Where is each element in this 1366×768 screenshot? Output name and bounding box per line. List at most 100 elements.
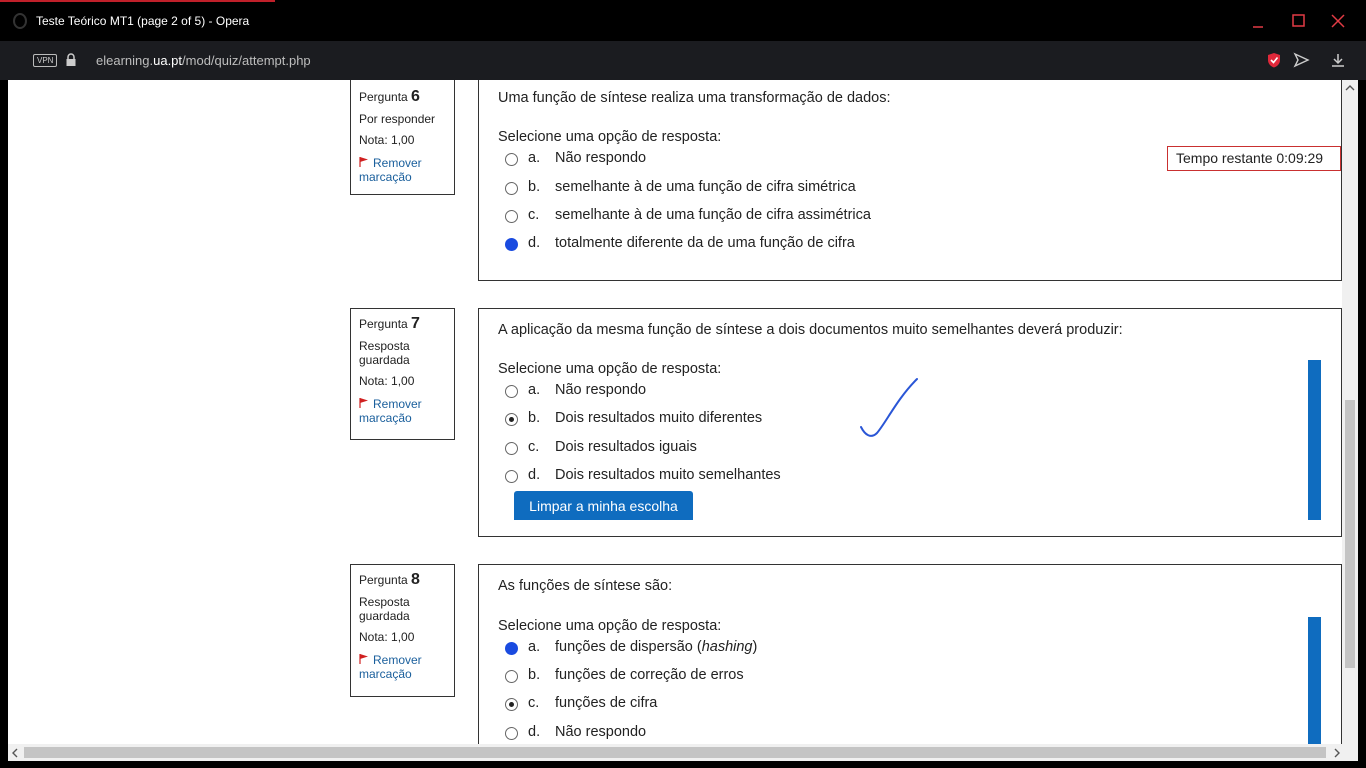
option-letter: c.: [528, 695, 540, 711]
option-text: Não respondo: [555, 724, 647, 740]
question-state: Por responder: [359, 112, 436, 126]
option-text-em: hashing: [701, 639, 753, 655]
maximize-icon[interactable]: [1285, 8, 1311, 34]
radio-button-selected[interactable]: [505, 238, 518, 251]
scrollbar-thumb[interactable]: [24, 747, 1326, 758]
minimize-icon[interactable]: [1245, 8, 1271, 34]
question-info-7: Pergunta 7 Resposta guardada Nota: 1,00 …: [350, 308, 455, 440]
question-state: Resposta guardada: [359, 595, 410, 623]
question-number: 6: [411, 88, 420, 105]
option-text-post: ): [752, 639, 758, 655]
window-border-right: [1358, 80, 1366, 768]
horizontal-scrollbar[interactable]: [8, 744, 1358, 761]
option-text: Não respondo: [555, 150, 647, 166]
option-text-pre: funções de dispersão (: [555, 639, 702, 655]
question-grade: Nota: 1,00: [359, 630, 415, 644]
option-letter: d.: [528, 235, 541, 251]
option-text: funções de dispersão (hashing): [555, 639, 757, 655]
radio-button[interactable]: [505, 153, 518, 166]
url-domain: ua.pt: [153, 53, 183, 68]
answer-prompt: Selecione uma opção de resposta:: [498, 618, 722, 634]
answer-prompt: Selecione uma opção de resposta:: [498, 361, 722, 377]
radio-button[interactable]: [505, 210, 518, 223]
radio-button-selected[interactable]: [505, 642, 518, 655]
send-icon[interactable]: [1292, 51, 1310, 69]
question-text: Uma função de síntese realiza uma transf…: [498, 90, 891, 106]
side-accent-bar: [1308, 360, 1321, 520]
url-path: /mod/quiz/attempt.php: [182, 53, 311, 68]
option-text: Dois resultados muito semelhantes: [555, 467, 781, 483]
radio-button[interactable]: [505, 670, 518, 683]
option-letter: a.: [528, 639, 541, 655]
flag-icon: [359, 654, 369, 664]
opera-logo-icon: [13, 13, 27, 29]
download-icon[interactable]: [1329, 51, 1347, 69]
time-remaining: Tempo restante 0:09:29: [1167, 146, 1341, 171]
option-letter: a.: [528, 382, 541, 398]
remove-flag-link[interactable]: Remover marcação: [359, 653, 446, 681]
vertical-scrollbar[interactable]: [1342, 80, 1358, 744]
option-letter: b.: [528, 667, 541, 683]
side-accent-bar: [1308, 617, 1321, 744]
radio-button[interactable]: [505, 182, 518, 195]
window-titlebar: Teste Teórico MT1 (page 2 of 5) - Opera: [0, 0, 1366, 41]
option-text: semelhante à de uma função de cifra simé…: [555, 179, 856, 195]
active-tab-indicator: [0, 0, 275, 2]
option-letter: d.: [528, 724, 541, 740]
question-box-8: As funções de síntese são: Selecione uma…: [478, 564, 1342, 744]
option-text: Não respondo: [555, 382, 647, 398]
window-border-left: [0, 80, 8, 768]
question-label: Pergunta: [359, 317, 408, 331]
option-letter: b.: [528, 179, 541, 195]
option-letter: c.: [528, 207, 540, 223]
answer-prompt: Selecione uma opção de resposta:: [498, 129, 722, 145]
radio-button[interactable]: [505, 442, 518, 455]
option-text: Dois resultados muito diferentes: [555, 410, 763, 426]
checkmark-annotation-icon: [860, 378, 918, 437]
question-label: Pergunta: [359, 573, 408, 587]
shield-icon[interactable]: [1265, 51, 1283, 69]
close-icon[interactable]: [1325, 8, 1351, 34]
question-box-7: A aplicação da mesma função de síntese a…: [478, 308, 1342, 537]
question-box-6: Uma função de síntese realiza uma transf…: [478, 80, 1342, 281]
radio-button[interactable]: [505, 727, 518, 740]
scroll-left-icon[interactable]: [11, 748, 19, 758]
radio-button[interactable]: [505, 470, 518, 483]
remove-flag-link[interactable]: Remover marcação: [359, 397, 446, 425]
question-label: Pergunta: [359, 90, 408, 104]
option-letter: b.: [528, 410, 541, 426]
question-info-8: Pergunta 8 Resposta guardada Nota: 1,00 …: [350, 564, 455, 697]
question-number: 7: [411, 315, 420, 332]
option-text: semelhante à de uma função de cifra assi…: [555, 207, 871, 223]
option-text: totalmente diferente da de uma função de…: [555, 235, 855, 251]
question-text: A aplicação da mesma função de síntese a…: [498, 322, 1123, 338]
vpn-badge[interactable]: VPN: [33, 54, 58, 67]
flag-icon: [359, 157, 369, 167]
scroll-up-icon[interactable]: [1345, 84, 1355, 92]
window-title: Teste Teórico MT1 (page 2 of 5) - Opera: [36, 14, 250, 28]
option-text: Dois resultados iguais: [555, 439, 697, 455]
radio-button[interactable]: [505, 385, 518, 398]
question-number: 8: [411, 571, 420, 588]
remove-flag-link[interactable]: Remover marcação: [359, 156, 446, 184]
flag-icon: [359, 398, 369, 408]
option-text: funções de cifra: [555, 695, 658, 711]
scroll-right-icon[interactable]: [1333, 748, 1341, 758]
radio-button-selected[interactable]: [505, 698, 518, 711]
question-state: Resposta guardada: [359, 339, 410, 367]
question-text: As funções de síntese são:: [498, 578, 673, 594]
radio-button-selected[interactable]: [505, 413, 518, 426]
option-letter: a.: [528, 150, 541, 166]
page-content: Pergunta 6 Por responder Nota: 1,00 Remo…: [8, 80, 1358, 744]
address-bar: VPN elearning.ua.pt/mod/quiz/attempt.php: [0, 41, 1366, 80]
lock-icon[interactable]: [66, 53, 76, 67]
option-letter: d.: [528, 467, 541, 483]
scrollbar-thumb[interactable]: [1345, 400, 1355, 668]
question-grade: Nota: 1,00: [359, 133, 415, 147]
option-letter: c.: [528, 439, 540, 455]
url-prefix: elearning.: [96, 53, 154, 68]
question-info-6: Pergunta 6 Por responder Nota: 1,00 Remo…: [350, 80, 455, 195]
clear-choice-button[interactable]: Limpar a minha escolha: [514, 491, 693, 520]
window-border-bottom: [0, 761, 1366, 768]
url-field[interactable]: elearning.ua.pt/mod/quiz/attempt.php: [96, 53, 311, 68]
